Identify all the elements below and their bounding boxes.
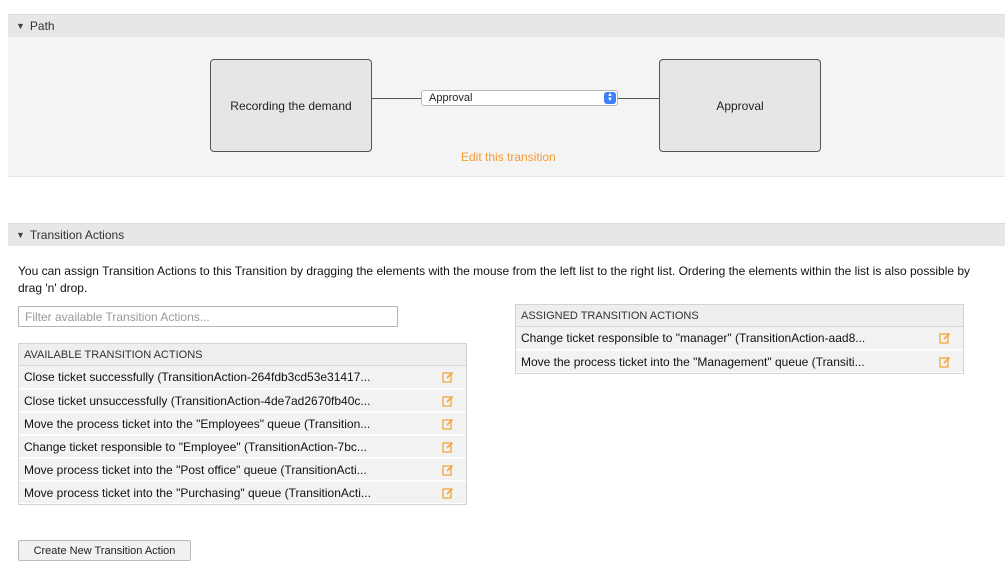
list-item[interactable]: Change ticket responsible to "Employee" …	[19, 435, 466, 458]
transition-actions-description: You can assign Transition Actions to thi…	[18, 264, 971, 295]
transition-select-value: Approval	[429, 92, 473, 104]
list-item[interactable]: Move process ticket into the "Purchasing…	[19, 481, 466, 504]
list-item[interactable]: Close ticket unsuccessfully (TransitionA…	[19, 389, 466, 412]
list-item-label: Move process ticket into the "Post offic…	[24, 462, 367, 477]
edit-pencil-icon[interactable]	[442, 418, 454, 430]
list-item-label: Move the process ticket into the "Employ…	[24, 416, 371, 431]
connector-line-left	[372, 98, 422, 99]
start-activity-label: Recording the demand	[230, 98, 352, 113]
assigned-actions-list: ASSIGNED TRANSITION ACTIONS Change ticke…	[515, 304, 964, 374]
connector-line-right	[618, 98, 659, 99]
edit-transition-link[interactable]: Edit this transition	[461, 150, 556, 164]
edit-pencil-icon[interactable]	[939, 356, 951, 368]
create-new-transition-action-button[interactable]: Create New Transition Action	[18, 540, 191, 561]
list-item[interactable]: Change ticket responsible to "manager" (…	[516, 327, 963, 350]
updown-arrows-icon[interactable]: ▲ ▼	[604, 92, 616, 104]
path-section-title: Path	[29, 19, 55, 33]
edit-pencil-icon[interactable]	[939, 332, 951, 344]
available-actions-list: AVAILABLE TRANSITION ACTIONS Close ticke…	[18, 343, 467, 505]
list-item-label: Close ticket unsuccessfully (TransitionA…	[24, 393, 371, 408]
edit-pencil-icon[interactable]	[442, 487, 454, 499]
available-actions-header: AVAILABLE TRANSITION ACTIONS	[19, 344, 466, 366]
edit-pencil-icon[interactable]	[442, 441, 454, 453]
start-activity-box[interactable]: Recording the demand	[210, 59, 372, 152]
path-diagram: Recording the demand Approval ▲ ▼ Approva…	[8, 37, 1005, 177]
list-item-label: Move the process ticket into the "Manage…	[521, 354, 865, 369]
collapse-triangle-icon[interactable]: ▼	[16, 230, 25, 240]
collapse-triangle-icon[interactable]: ▼	[16, 21, 25, 31]
list-item-label: Change ticket responsible to "manager" (…	[521, 331, 866, 345]
list-item-label: Change ticket responsible to "Employee" …	[24, 439, 367, 454]
edit-pencil-icon[interactable]	[442, 464, 454, 476]
edit-pencil-icon[interactable]	[442, 395, 454, 407]
filter-available-actions-input[interactable]	[18, 306, 398, 327]
end-activity-label: Approval	[716, 98, 764, 113]
list-item-label: Move process ticket into the "Purchasing…	[24, 485, 371, 500]
list-item[interactable]: Close ticket successfully (TransitionAct…	[19, 366, 466, 389]
list-item[interactable]: Move the process ticket into the "Employ…	[19, 412, 466, 435]
transition-actions-section-title: Transition Actions	[29, 228, 125, 242]
assigned-actions-header: ASSIGNED TRANSITION ACTIONS	[516, 305, 963, 327]
list-item-label: Close ticket successfully (TransitionAct…	[24, 370, 371, 384]
transition-select[interactable]: Approval ▲ ▼	[421, 90, 618, 106]
list-item[interactable]: Move process ticket into the "Post offic…	[19, 458, 466, 481]
transition-actions-section-header[interactable]: ▼ Transition Actions	[8, 223, 1005, 246]
end-activity-box[interactable]: Approval	[659, 59, 821, 152]
list-item[interactable]: Move the process ticket into the "Manage…	[516, 350, 963, 373]
edit-pencil-icon[interactable]	[442, 371, 454, 383]
path-section-header[interactable]: ▼ Path	[8, 14, 1005, 37]
